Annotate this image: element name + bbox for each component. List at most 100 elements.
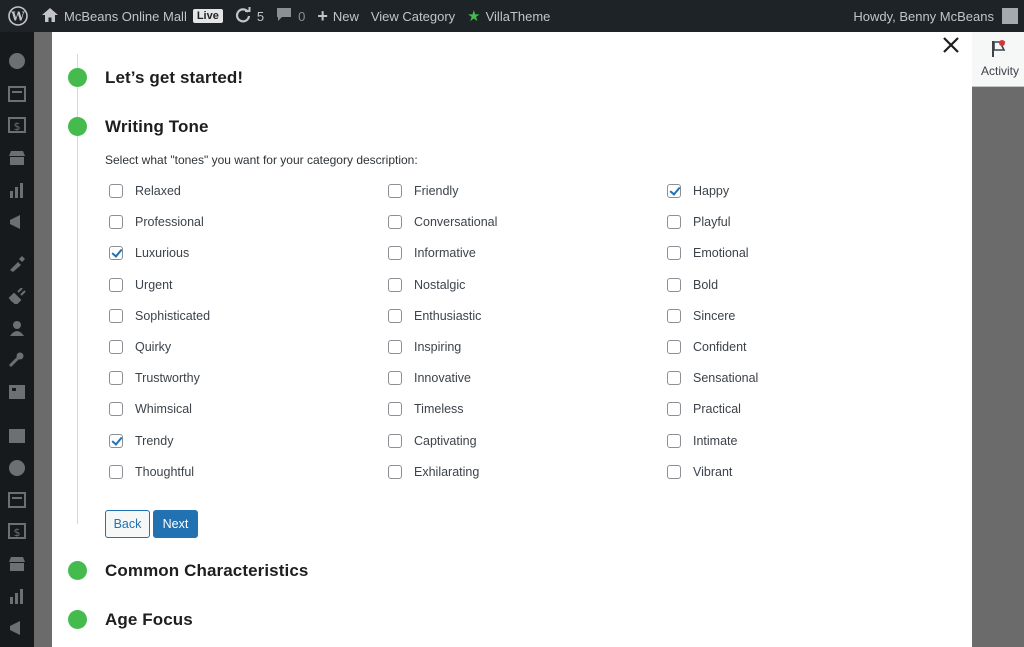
tone-checkbox[interactable] — [667, 402, 681, 416]
new-content-link[interactable]: + New — [311, 0, 365, 32]
step-title-age-focus[interactable]: Age Focus — [105, 610, 193, 630]
tone-checkbox[interactable] — [388, 434, 402, 448]
tone-option[interactable]: Confident — [667, 337, 747, 357]
tone-checkbox[interactable] — [667, 215, 681, 229]
tone-checkbox[interactable] — [667, 184, 681, 198]
tone-checkbox[interactable] — [667, 371, 681, 385]
posts-icon-2[interactable] — [8, 491, 26, 509]
comments-link[interactable]: 0 — [270, 0, 311, 32]
wizard-modal: Let’s get started! Writing Tone Select w… — [52, 24, 972, 647]
close-button[interactable] — [940, 34, 962, 56]
tone-option[interactable]: Exhilarating — [388, 462, 479, 482]
marketing-icon-2[interactable] — [8, 619, 26, 637]
tone-option[interactable]: Intimate — [667, 431, 737, 451]
step-title-common-characteristics[interactable]: Common Characteristics — [105, 561, 308, 581]
tone-label: Nostalgic — [414, 278, 466, 292]
site-name-link[interactable]: McBeans Online Mall Live — [36, 0, 229, 32]
tone-option[interactable]: Happy — [667, 181, 729, 201]
tone-checkbox[interactable] — [388, 340, 402, 354]
analytics-icon-2[interactable] — [8, 587, 26, 605]
view-category-label: View Category — [370, 8, 456, 24]
tone-option[interactable]: Conversational — [388, 212, 497, 232]
tone-option[interactable]: Captivating — [388, 431, 477, 451]
activity-panel[interactable]: Activity — [972, 32, 1024, 87]
tone-checkbox[interactable] — [388, 371, 402, 385]
store-icon[interactable] — [8, 149, 26, 167]
tone-option[interactable]: Sensational — [667, 368, 758, 388]
appearance-icon[interactable] — [8, 255, 26, 273]
wordpress-logo-icon[interactable]: W — [0, 0, 36, 32]
tone-option[interactable]: Playful — [667, 212, 731, 232]
tone-checkbox[interactable] — [388, 278, 402, 292]
tone-checkbox[interactable] — [667, 246, 681, 260]
tone-option[interactable]: Professional — [109, 212, 204, 232]
tone-checkbox[interactable] — [109, 184, 123, 198]
tone-checkbox[interactable] — [667, 340, 681, 354]
updates-count: 5 — [256, 8, 265, 24]
tone-option[interactable]: Quirky — [109, 337, 171, 357]
tone-checkbox[interactable] — [388, 402, 402, 416]
tone-checkbox[interactable] — [388, 246, 402, 260]
store-icon-2[interactable] — [8, 555, 26, 573]
tone-option[interactable]: Vibrant — [667, 462, 732, 482]
tone-checkbox[interactable] — [667, 278, 681, 292]
tone-option[interactable]: Nostalgic — [388, 275, 465, 295]
tone-option[interactable]: Sincere — [667, 306, 735, 326]
dashboard-icon-2[interactable] — [8, 459, 26, 477]
tone-checkbox[interactable] — [109, 278, 123, 292]
tone-checkbox[interactable] — [667, 309, 681, 323]
tone-option[interactable]: Practical — [667, 399, 741, 419]
tone-option[interactable]: Whimsical — [109, 399, 192, 419]
tone-option[interactable]: Sophisticated — [109, 306, 210, 326]
tone-checkbox[interactable] — [388, 184, 402, 198]
tone-option[interactable]: Luxurious — [109, 243, 189, 263]
money-icon[interactable]: $ — [8, 116, 26, 134]
tone-checkbox[interactable] — [667, 434, 681, 448]
tone-option[interactable]: Trustworthy — [109, 368, 200, 388]
step-title-get-started[interactable]: Let’s get started! — [105, 68, 243, 88]
step-title-writing-tone[interactable]: Writing Tone — [105, 117, 209, 137]
tone-checkbox[interactable] — [667, 465, 681, 479]
tone-option[interactable]: Bold — [667, 275, 718, 295]
tone-option[interactable]: Trendy — [109, 431, 173, 451]
tone-checkbox[interactable] — [109, 309, 123, 323]
tone-option[interactable]: Enthusiastic — [388, 306, 481, 326]
tone-option[interactable]: Inspiring — [388, 337, 461, 357]
plugins-icon[interactable] — [8, 287, 26, 305]
tone-checkbox[interactable] — [109, 465, 123, 479]
villatheme-link[interactable]: ★ VillaTheme — [461, 0, 556, 32]
tone-option[interactable]: Friendly — [388, 181, 458, 201]
tone-option[interactable]: Timeless — [388, 399, 464, 419]
updates-link[interactable]: 5 — [229, 0, 270, 32]
my-account-link[interactable]: Howdy, Benny McBeans — [847, 0, 1024, 32]
settings-icon[interactable] — [8, 383, 26, 401]
tone-option[interactable]: Urgent — [109, 275, 173, 295]
tone-checkbox[interactable] — [109, 371, 123, 385]
media-icon[interactable] — [8, 427, 26, 445]
tone-checkbox[interactable] — [388, 309, 402, 323]
tone-option[interactable]: Relaxed — [109, 181, 181, 201]
tone-label: Happy — [693, 184, 730, 198]
tone-checkbox[interactable] — [388, 465, 402, 479]
analytics-icon[interactable] — [8, 181, 26, 199]
tone-checkbox[interactable] — [388, 215, 402, 229]
tone-label: Vibrant — [693, 465, 733, 479]
tone-option[interactable]: Emotional — [667, 243, 749, 263]
view-category-link[interactable]: View Category — [365, 0, 461, 32]
tone-option[interactable]: Informative — [388, 243, 476, 263]
tone-checkbox[interactable] — [109, 402, 123, 416]
back-button[interactable]: Back — [105, 510, 150, 538]
tone-checkbox[interactable] — [109, 246, 123, 260]
tone-checkbox[interactable] — [109, 340, 123, 354]
tools-icon[interactable] — [8, 351, 26, 369]
tone-checkbox[interactable] — [109, 215, 123, 229]
next-button[interactable]: Next — [153, 510, 198, 538]
marketing-icon[interactable] — [8, 213, 26, 231]
dashboard-icon[interactable] — [8, 52, 26, 70]
tone-checkbox[interactable] — [109, 434, 123, 448]
money-icon-2[interactable]: $ — [8, 522, 26, 540]
tone-option[interactable]: Thoughtful — [109, 462, 194, 482]
tone-option[interactable]: Innovative — [388, 368, 471, 388]
users-icon[interactable] — [8, 319, 26, 337]
posts-icon[interactable] — [8, 85, 26, 103]
